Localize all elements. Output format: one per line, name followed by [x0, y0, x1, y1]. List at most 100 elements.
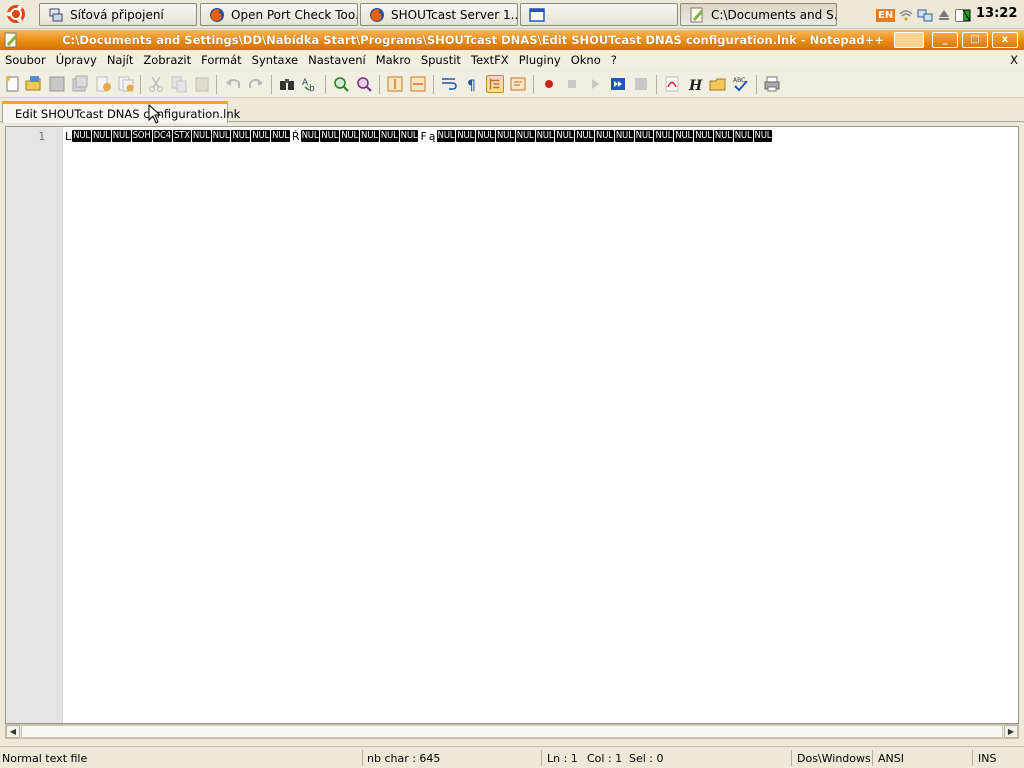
menu-makro[interactable]: Makro	[371, 53, 416, 67]
close-file-icon[interactable]	[94, 75, 112, 93]
status-char-count: nb char : 645	[367, 752, 441, 765]
taskbar-button-port-check[interactable]: Open Port Check Too...	[200, 3, 358, 26]
status-line: Ln : 1	[547, 752, 578, 765]
new-file-icon[interactable]	[4, 75, 22, 93]
document-close-button[interactable]: X	[1010, 53, 1018, 67]
close-button[interactable]: x	[992, 32, 1018, 48]
menu-upravy[interactable]: Úpravy	[51, 53, 102, 67]
status-encoding: ANSI	[878, 752, 904, 765]
scroll-left-button[interactable]: ◀	[6, 725, 20, 738]
line-number-gutter: 1	[6, 127, 63, 723]
text-editor[interactable]: 1 L NUL NUL NUL SOH DC4 STX NUL NUL NUL NUL NUL Ŕ NUL…	[5, 126, 1019, 724]
title-bar-extra-button[interactable]	[894, 32, 924, 48]
control-char-token: NUL	[713, 130, 733, 142]
close-all-icon[interactable]	[117, 75, 135, 93]
run-macro-multiple-icon[interactable]	[609, 75, 627, 93]
open-file-icon[interactable]	[25, 75, 43, 93]
toolbar-separator	[140, 75, 141, 94]
cut-icon[interactable]	[147, 75, 165, 93]
text-token: ą	[428, 129, 436, 143]
menu-syntaxe[interactable]: Syntaxe	[247, 53, 303, 67]
zoom-in-icon[interactable]	[332, 75, 350, 93]
undo-icon[interactable]	[224, 75, 242, 93]
menu-pluginy[interactable]: Pluginy	[514, 53, 566, 67]
copy-icon[interactable]	[170, 75, 188, 93]
text-token: Ŕ	[291, 129, 300, 143]
clock[interactable]: 13:22	[976, 6, 1017, 21]
power-icon[interactable]	[955, 7, 971, 23]
control-char-token: NUL	[72, 130, 91, 142]
eject-icon[interactable]	[936, 7, 952, 23]
menu-soubor[interactable]: Soubor	[0, 53, 51, 67]
user-lang-icon[interactable]	[509, 75, 527, 93]
control-char-token: NUL	[379, 130, 399, 142]
sync-horizontal-icon[interactable]	[409, 75, 427, 93]
control-char-token: NUL	[575, 130, 595, 142]
menu-najit[interactable]: Najít	[102, 53, 139, 67]
control-char-token: NUL	[495, 130, 515, 142]
control-char-token: NUL	[271, 130, 290, 142]
play-macro-icon[interactable]	[586, 75, 604, 93]
status-insert-mode: INS	[978, 752, 997, 765]
control-char-token: NUL	[111, 130, 131, 142]
control-char-token: STX	[172, 130, 191, 142]
show-all-chars-icon[interactable]: ¶	[463, 75, 481, 93]
record-macro-icon[interactable]	[540, 75, 558, 93]
document-tab[interactable]: Edit SHOUTcast DNAS configuration.lnk	[2, 101, 240, 123]
control-char-token: DC4	[152, 130, 172, 142]
horizontal-scrollbar[interactable]: ◀ ▶	[5, 724, 1019, 739]
save-icon[interactable]	[48, 75, 66, 93]
spell-check-icon[interactable]: ABC	[732, 75, 750, 93]
language-indicator[interactable]: EN	[876, 8, 896, 22]
menu-textfx[interactable]: TextFX	[466, 53, 514, 67]
taskbar-button-network[interactable]: Síťová připojení	[39, 3, 197, 26]
window-title-bar[interactable]: C:\Documents and Settings\DD\Nabídka Sta…	[0, 30, 1024, 50]
svg-text:ABC: ABC	[733, 77, 745, 84]
minimize-button[interactable]: _	[932, 32, 958, 48]
control-char-token: NUL	[476, 130, 495, 142]
pdf-icon[interactable]	[663, 75, 681, 93]
menu-okno[interactable]: Okno	[566, 53, 606, 67]
svg-text:¶: ¶	[467, 78, 476, 93]
status-eol-format: Dos\Windows	[797, 752, 871, 765]
network-icon[interactable]	[917, 7, 933, 23]
wireless-icon[interactable]	[898, 7, 914, 23]
menu-help[interactable]: ?	[606, 53, 622, 67]
menu-zobrazit[interactable]: Zobrazit	[138, 53, 196, 67]
folder-icon[interactable]	[709, 75, 727, 93]
control-char-token: NUL	[733, 130, 753, 142]
taskbar-button-window[interactable]	[520, 3, 678, 26]
word-wrap-icon[interactable]	[440, 75, 458, 93]
control-char-token: NUL	[614, 130, 634, 142]
scroll-right-button[interactable]: ▶	[1004, 725, 1018, 738]
save-macro-icon[interactable]	[632, 75, 650, 93]
status-bar: Normal text file nb char : 645 Ln : 1 Co…	[0, 746, 1024, 768]
control-char-token: NUL	[555, 130, 575, 142]
scrollbar-thumb[interactable]	[21, 725, 1003, 738]
print-icon[interactable]	[763, 75, 781, 93]
code-line[interactable]: L NUL NUL NUL SOH DC4 STX NUL NUL NUL NUL NUL Ŕ NUL NU…	[64, 129, 773, 143]
ubuntu-logo-icon[interactable]	[4, 3, 28, 25]
stop-macro-icon[interactable]	[563, 75, 581, 93]
sync-vertical-icon[interactable]	[386, 75, 404, 93]
redo-icon[interactable]	[247, 75, 265, 93]
paste-icon[interactable]	[193, 75, 211, 93]
window-icon	[529, 7, 545, 22]
indent-guide-icon[interactable]	[486, 75, 504, 93]
control-char-token: SOH	[131, 130, 152, 142]
menu-format[interactable]: Formát	[196, 53, 247, 67]
toolbar: Ab ¶ H ABC	[0, 71, 1024, 98]
control-char-token: NUL	[320, 130, 340, 142]
heading-icon[interactable]: H	[686, 75, 704, 93]
taskbar-button-shoutcast[interactable]: SHOUTcast Server 1....	[360, 3, 518, 26]
maximize-button[interactable]: □	[962, 32, 988, 48]
status-divider	[972, 750, 973, 766]
svg-text:b: b	[309, 84, 315, 93]
taskbar-button-notepadpp[interactable]: C:\Documents and S...	[680, 3, 837, 26]
replace-icon[interactable]: Ab	[301, 75, 319, 93]
menu-nastaveni[interactable]: Nastavení	[303, 53, 371, 67]
save-all-icon[interactable]	[71, 75, 89, 93]
zoom-out-icon[interactable]	[355, 75, 373, 93]
menu-spustit[interactable]: Spustit	[416, 53, 466, 67]
find-icon[interactable]	[278, 75, 296, 93]
